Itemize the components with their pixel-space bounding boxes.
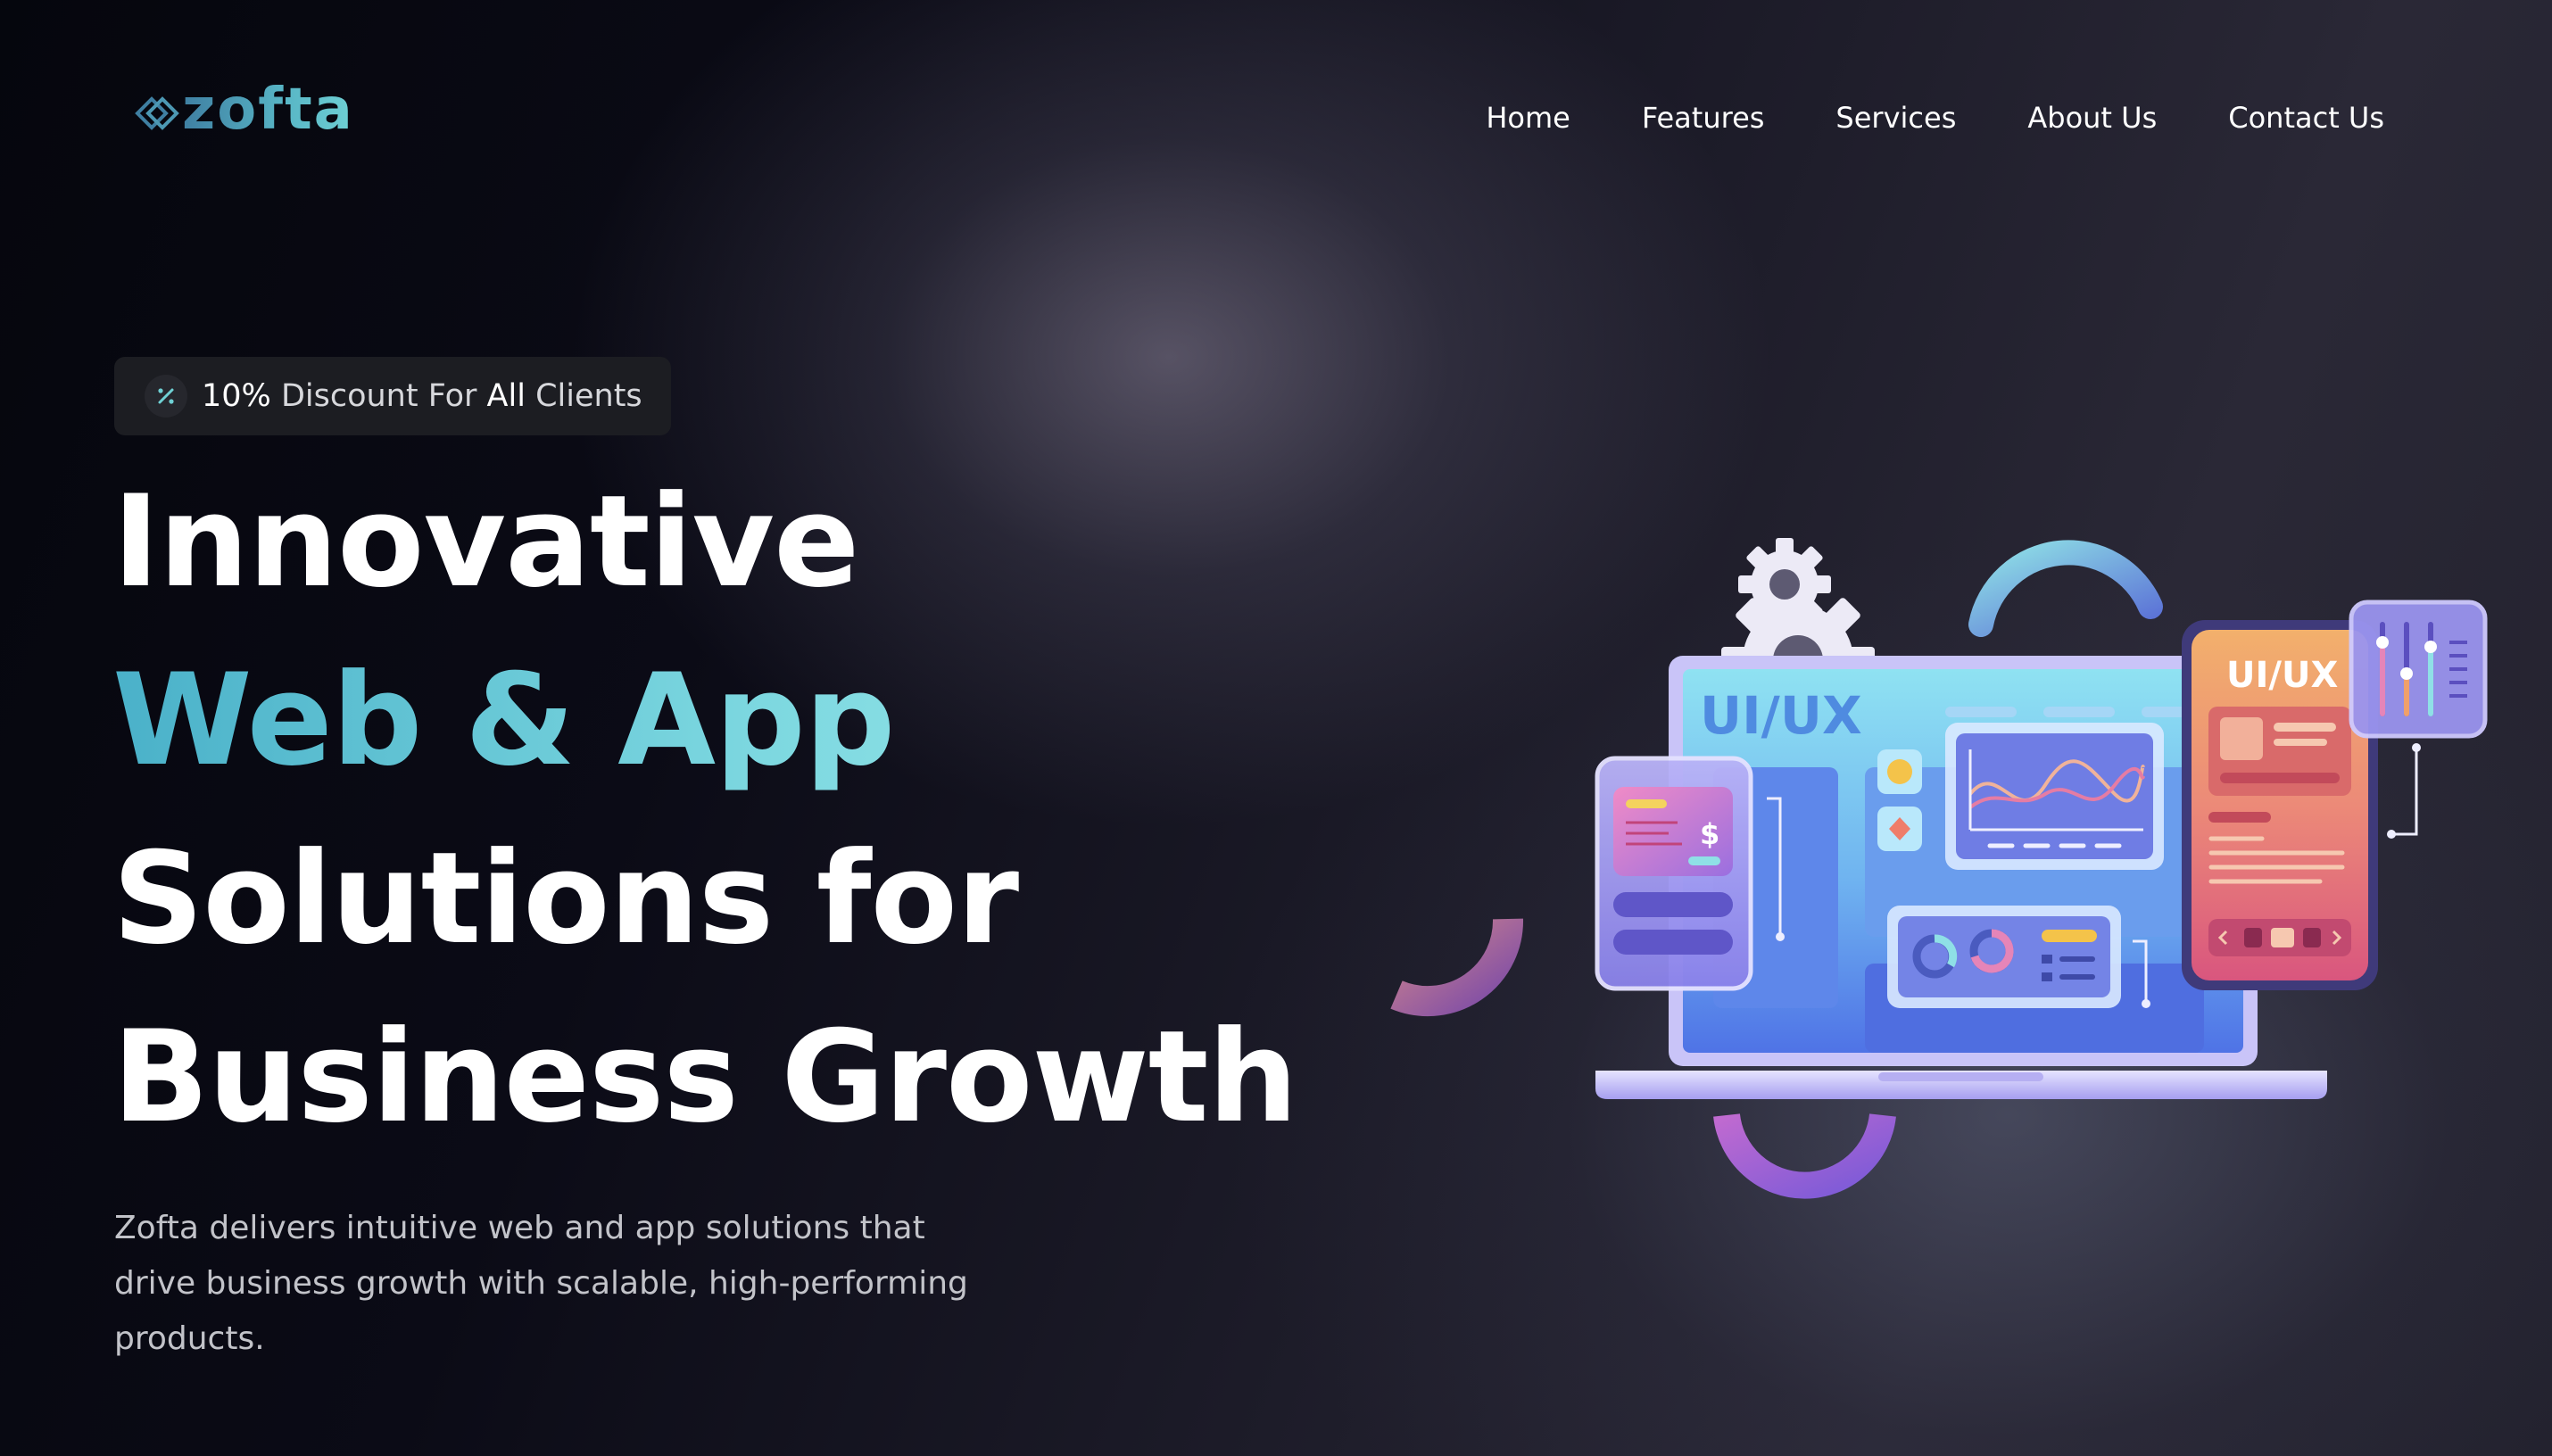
nav-features[interactable]: Features xyxy=(1642,96,1765,139)
dollar-icon: $ xyxy=(1700,817,1719,851)
logo[interactable]: zofta xyxy=(134,77,354,145)
logo-text: zofta xyxy=(182,77,354,143)
arc-top-decoration xyxy=(1968,540,2163,637)
arc-left-decoration xyxy=(1390,918,1524,1017)
badge-percent: 10% xyxy=(202,378,271,414)
logo-mark-icon xyxy=(135,96,179,130)
nav-contact-us[interactable]: Contact Us xyxy=(2228,96,2384,139)
hero-title-line-2: Web & App xyxy=(112,632,1297,810)
phone-illustration: UI/UX xyxy=(2182,620,2378,990)
nav-home[interactable]: Home xyxy=(1486,96,1570,139)
badge-text-part-1: Discount For xyxy=(280,378,477,414)
hero-illustration: UI/UX $ UI/UX xyxy=(1374,500,2507,1249)
payment-card-panel: $ xyxy=(1595,756,1753,991)
badge-text: 10% Discount For All Clients xyxy=(202,378,642,414)
hero-title-line-1: Innovative xyxy=(112,468,859,616)
badge-text-part-2: Clients xyxy=(535,378,642,414)
nav-about-us[interactable]: About Us xyxy=(2027,96,2157,139)
hero-title: Innovative Web & App Solutions for Busin… xyxy=(112,453,1298,1167)
arc-bottom-decoration xyxy=(1713,1113,1896,1199)
badge-emphasis: All xyxy=(486,378,526,414)
phone-uiux-label: UI/UX xyxy=(2226,655,2338,696)
percent-icon xyxy=(145,375,187,418)
hero-title-line-3: Solutions for xyxy=(112,825,1019,972)
uiux-illustration: UI/UX $ UI/UX xyxy=(1390,538,2488,1199)
hero-title-line-4: Business Growth xyxy=(112,1004,1298,1151)
main-nav: Home Features Services About Us Contact … xyxy=(1486,96,2384,139)
nav-services[interactable]: Services xyxy=(1835,96,1956,139)
hero-description: Zofta delivers intuitive web and app sol… xyxy=(114,1210,968,1357)
gear-small-icon xyxy=(1738,538,1831,631)
discount-badge: 10% Discount For All Clients xyxy=(114,357,671,435)
laptop-uiux-label: UI/UX xyxy=(1700,685,1862,746)
